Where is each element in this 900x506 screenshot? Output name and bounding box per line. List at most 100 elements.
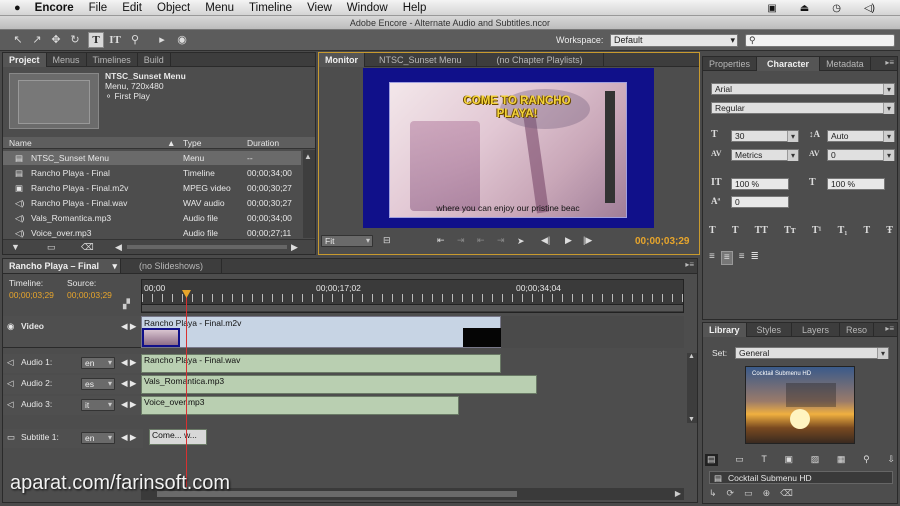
add-chapter-icon[interactable]: ▞ [123, 299, 130, 310]
menu-file[interactable]: File [89, 2, 108, 14]
delete-icon[interactable]: ⌫ [81, 242, 94, 253]
strikethrough-icon[interactable]: Ŧ [886, 225, 893, 237]
menu-window[interactable]: Window [347, 2, 388, 14]
direct-select-tool-icon[interactable]: ↗ [29, 32, 45, 48]
superscript-icon[interactable]: T¹ [812, 225, 822, 237]
play-icon[interactable]: ▶ [565, 235, 572, 246]
italic-icon[interactable]: T [732, 225, 739, 237]
set-select[interactable]: General [735, 347, 889, 359]
filter-icon[interactable]: ▼ [11, 242, 20, 252]
project-scrollbar[interactable]: ▲ [303, 150, 315, 238]
scroll-left-icon[interactable]: ◀ [115, 242, 122, 253]
library-menu-icon[interactable]: ▸≡ [885, 324, 894, 333]
tab-menus[interactable]: Menus [47, 53, 87, 67]
menu-help[interactable]: Help [403, 2, 427, 14]
hscroll-right-icon[interactable]: ▶ [675, 489, 681, 498]
source-timecode[interactable]: 00;00;03;29 [67, 290, 112, 300]
menu-menu[interactable]: Menu [205, 2, 234, 14]
eject-icon[interactable]: ⏏ [800, 3, 809, 14]
language-select[interactable]: it [81, 399, 115, 411]
col-type[interactable]: Type [183, 138, 201, 148]
language-select[interactable]: es [81, 378, 115, 390]
playhead[interactable] [186, 292, 187, 487]
subscript-icon[interactable]: T₁ [838, 225, 848, 237]
sync-icon[interactable]: ⟳ [727, 488, 735, 500]
align-left-icon[interactable]: ≡ [709, 251, 715, 265]
chapter-icon[interactable]: ⇤ [437, 235, 445, 246]
selection-tool-icon[interactable]: ↖ [10, 32, 26, 48]
menu-app[interactable]: Encore [35, 2, 74, 14]
tab-timeline[interactable]: Rancho Playa – Final ▾ [3, 259, 121, 273]
speaker-icon[interactable]: ◁ [7, 378, 14, 389]
place-icon[interactable]: ⇩ [887, 454, 895, 466]
library-item[interactable]: ▤ Cocktail Submenu HD [709, 471, 893, 484]
timeline-vscroll[interactable]: ▲ ▼ [687, 353, 697, 423]
justify-icon[interactable]: ≣ [751, 251, 759, 265]
apple-icon[interactable]: ● [14, 2, 21, 14]
tab-timelines[interactable]: Timelines [87, 53, 138, 67]
align-center-icon[interactable]: ≡ [720, 251, 733, 265]
step-back-icon[interactable]: ◀| [541, 235, 550, 246]
new-menu-icon[interactable]: ↳ [709, 488, 717, 500]
camera-icon[interactable]: ▣ [767, 3, 776, 14]
tab-library[interactable]: Library [703, 323, 747, 337]
font-family-select[interactable]: Arial [711, 83, 895, 95]
tab-slideshows[interactable]: (no Slideshows) [121, 259, 223, 273]
all-caps-icon[interactable]: TT [755, 225, 768, 237]
new-folder-icon[interactable]: ▭ [47, 242, 56, 253]
tab-styles[interactable]: Styles [747, 323, 793, 337]
audio-clip[interactable]: Vals_Romantica.mp3 [141, 375, 537, 394]
small-caps-icon[interactable]: Tт [784, 225, 796, 237]
safe-area-icon[interactable]: ⊟ [383, 235, 391, 246]
underline-icon[interactable]: T [863, 225, 870, 237]
vertical-scale-field[interactable]: 100 % [731, 178, 789, 190]
video-clip[interactable]: Rancho Playa - Final.m2v [141, 316, 501, 348]
volume-icon[interactable]: ◁) [864, 3, 875, 14]
panel-menu-icon[interactable]: ▸≡ [885, 58, 894, 67]
video-nav-icon[interactable]: ◀ ▶ [121, 321, 136, 332]
scroll-right-icon[interactable]: ▶ [291, 242, 298, 253]
font-style-select[interactable]: Regular [711, 102, 895, 114]
tab-metadata[interactable]: Metadata [820, 57, 871, 71]
timeline-dropdown-icon[interactable]: ▾ [112, 259, 117, 273]
search-input[interactable]: ⚲ [745, 34, 895, 47]
preview-icon[interactable]: ▸ [154, 32, 170, 48]
leading-field[interactable]: Auto [827, 130, 895, 142]
chapter3-icon[interactable]: ⇤ [477, 235, 485, 246]
library-thumbnail[interactable]: Cocktail Submenu HD [745, 366, 855, 444]
track-nav-icon[interactable]: ◀ ▶ [121, 378, 136, 389]
tab-resources[interactable]: Reso [840, 323, 875, 337]
fit-select[interactable]: Fit [321, 235, 373, 247]
subtitle-clip[interactable]: Come... w... [149, 429, 207, 445]
rotate-tool-icon[interactable]: ↻ [67, 32, 83, 48]
text-filter-icon[interactable]: T [761, 454, 767, 466]
timeline-timecode[interactable]: 00;00;03;29 [9, 290, 54, 300]
chapter4-icon[interactable]: ⇥ [497, 235, 505, 246]
clock-icon[interactable]: ◷ [832, 3, 841, 14]
subtitle-icon[interactable]: ▭ [7, 432, 15, 443]
workspace-select[interactable]: Default [610, 34, 738, 47]
delete-item-icon[interactable]: ⌫ [780, 488, 793, 500]
speaker-icon[interactable]: ◁ [7, 399, 14, 410]
timeline-menu-icon[interactable]: ▸≡ [685, 260, 694, 269]
tab-layers[interactable]: Layers [792, 323, 841, 337]
tab-monitor[interactable]: Monitor [319, 53, 365, 67]
place-item-icon[interactable]: ▭ [744, 488, 753, 500]
baseline-shift-field[interactable]: 0 [731, 196, 789, 208]
chapter2-icon[interactable]: ⇥ [457, 235, 465, 246]
language-select[interactable]: en [81, 432, 115, 444]
text-tool-icon[interactable]: T [88, 32, 104, 48]
project-row[interactable]: ◁) Rancho Playa - Final.wav WAV audio 00;00… [3, 196, 301, 210]
tab-ntsc-menu[interactable]: NTSC_Sunset Menu [365, 53, 477, 67]
tab-build[interactable]: Build [138, 53, 171, 67]
menu-timeline[interactable]: Timeline [249, 2, 292, 14]
shapes-filter-icon[interactable]: ▦ [837, 454, 846, 466]
font-size-field[interactable]: 30 [731, 130, 799, 142]
align-right-icon[interactable]: ≡ [739, 251, 745, 265]
zoom-tool-icon[interactable]: ⚲ [127, 32, 143, 48]
bold-icon[interactable]: T [709, 225, 716, 237]
project-row[interactable]: ◁) Vals_Romantica.mp3 Audio file 00;00;34;0… [3, 211, 301, 225]
tracking-field[interactable]: 0 [827, 149, 895, 161]
audio-clip[interactable]: Voice_over.mp3 [141, 396, 459, 415]
vertical-text-tool-icon[interactable]: IT [107, 32, 123, 48]
